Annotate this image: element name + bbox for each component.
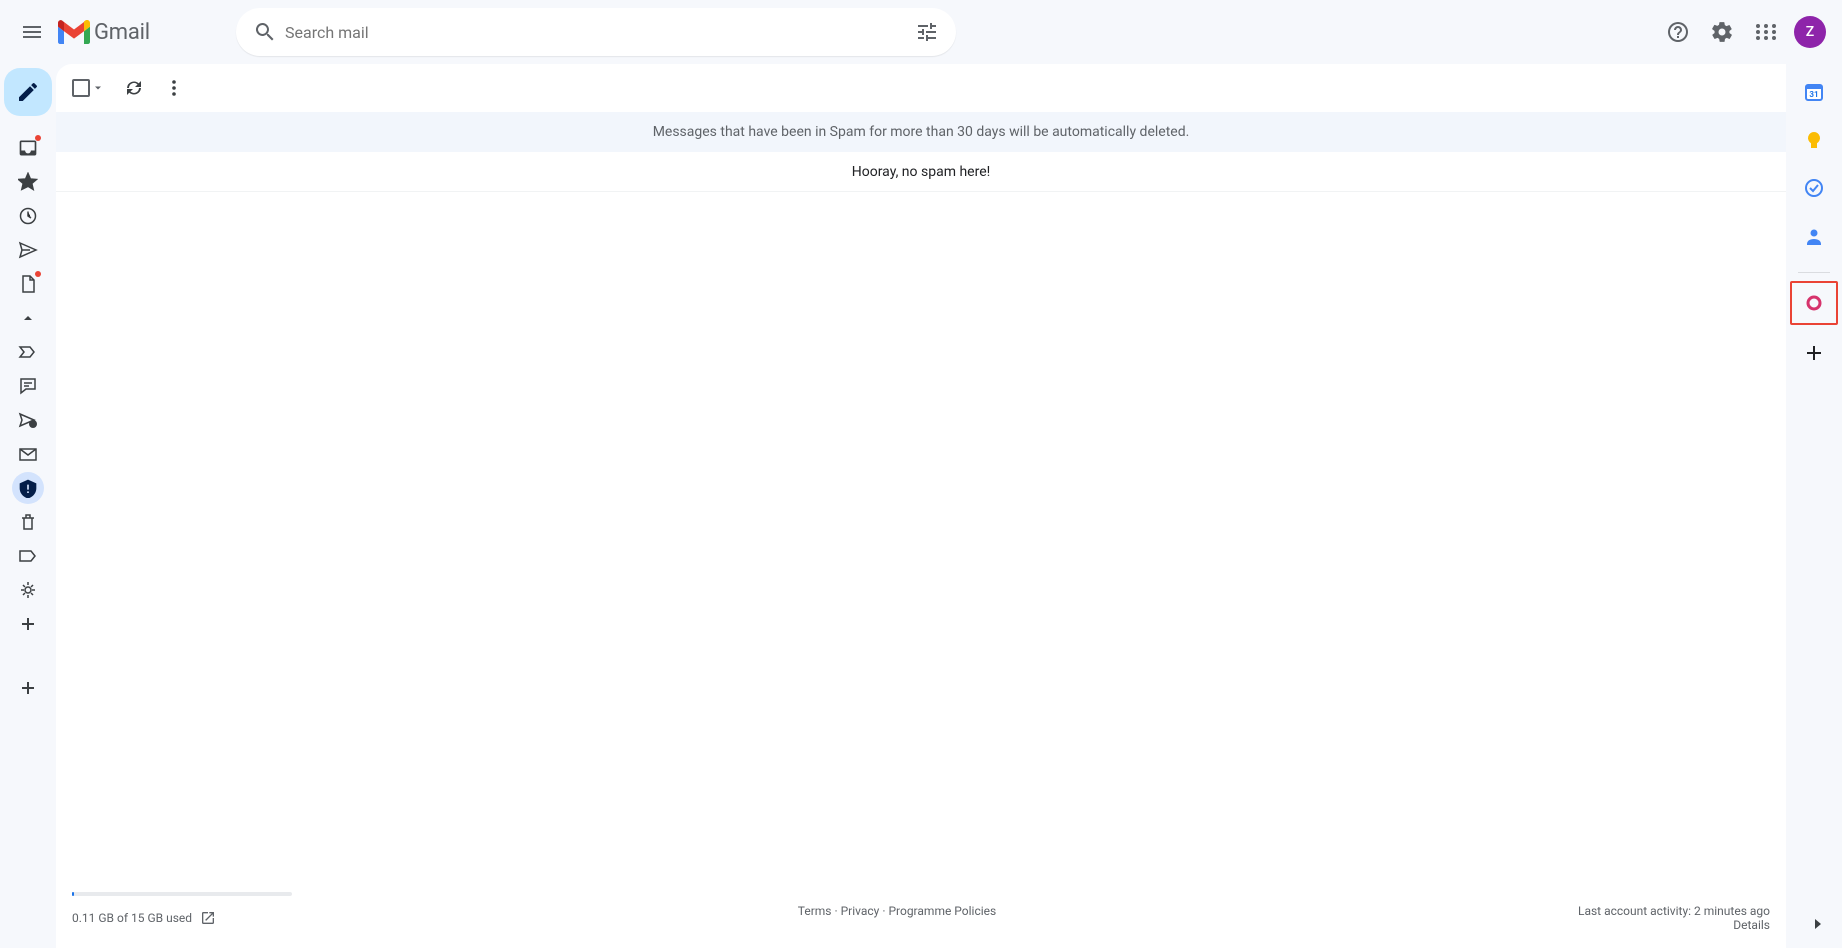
footer: 0.11 GB of 15 GB used Terms · Privacy · … [56,884,1786,948]
sidepanel-tasks[interactable] [1794,168,1834,208]
unread-badge [35,135,41,141]
help-icon [1666,20,1690,44]
nav-all-mail[interactable] [12,438,44,470]
label-icon [18,546,38,566]
star-icon [18,172,38,192]
main-menu-button[interactable] [8,8,56,56]
inbox-icon [18,138,38,158]
search-bar[interactable] [236,8,956,56]
sidepanel-divider [1798,272,1830,273]
gear-small-icon [18,580,38,600]
nav-starred[interactable] [12,166,44,198]
refresh-button[interactable] [124,78,144,98]
dropdown-arrow-icon [92,82,104,94]
plus-icon [18,614,38,634]
chat-icon [18,376,38,396]
plus-icon [1804,343,1824,363]
storage-bar [72,892,292,896]
sidepanel-get-addons[interactable] [1794,333,1834,373]
addon-circle-icon [1804,293,1824,313]
footer-privacy-link[interactable]: Privacy [841,904,880,918]
nav-categories[interactable] [12,540,44,572]
chevron-right-icon [1808,914,1828,934]
footer-policies-link[interactable]: Programme Policies [888,904,996,918]
account-avatar[interactable]: Z [1794,16,1826,48]
nav-inbox[interactable] [12,132,44,164]
more-button[interactable] [164,78,184,98]
google-apps-button[interactable] [1746,12,1786,52]
apps-grid-icon [1754,20,1778,44]
keep-icon [1804,130,1824,150]
spam-info-banner: Messages that have been in Spam for more… [56,112,1786,152]
sidepanel-keep[interactable] [1794,120,1834,160]
trash-icon [18,512,38,532]
footer-terms-link[interactable]: Terms [798,904,832,918]
clock-icon [18,206,38,226]
empty-state-text: Hooray, no spam here! [56,152,1786,192]
nav-trash[interactable] [12,506,44,538]
main-content: Messages that have been in Spam for more… [56,64,1786,948]
nav-new-label[interactable] [12,672,44,704]
spam-icon [18,478,38,498]
header: Gmail Z [0,0,1842,64]
select-all-checkbox[interactable] [72,79,104,97]
pencil-icon [16,80,40,104]
nav-important[interactable] [12,336,44,368]
gmail-logo-icon [58,20,90,44]
support-button[interactable] [1658,12,1698,52]
search-input[interactable] [285,23,907,42]
settings-button[interactable] [1702,12,1742,52]
footer-details-link[interactable]: Details [1578,918,1770,932]
sidepanel-contacts[interactable] [1794,216,1834,256]
tasks-icon [1804,178,1824,198]
nav-snoozed[interactable] [12,200,44,232]
side-panel: 31 [1786,64,1842,948]
tune-icon [915,20,939,44]
nav-less[interactable] [12,302,44,334]
important-icon [18,342,38,362]
hamburger-icon [20,20,44,44]
storage-text: 0.11 GB of 15 GB used [72,911,192,925]
sidepanel-collapse-button[interactable] [1802,908,1834,940]
sidepanel-calendar[interactable]: 31 [1794,72,1834,112]
nav-create-label[interactable] [12,608,44,640]
unread-badge [35,271,41,277]
gmail-logo[interactable]: Gmail [56,20,236,45]
nav-scheduled[interactable] [12,404,44,436]
gmail-logo-text: Gmail [94,20,150,45]
sidepanel-highlighted-addon[interactable] [1790,281,1838,325]
plus-icon [18,678,38,698]
left-navigation [0,64,56,948]
send-icon [18,240,38,260]
toolbar [56,64,1786,112]
svg-text:31: 31 [1809,90,1818,99]
gear-icon [1710,20,1734,44]
nav-chats[interactable] [12,370,44,402]
footer-activity-text: Last account activity: 2 minutes ago [1578,904,1770,918]
nav-spam[interactable] [12,472,44,504]
scheduled-icon [18,410,38,430]
search-icon[interactable] [245,12,285,52]
nav-sent[interactable] [12,234,44,266]
search-options-button[interactable] [907,12,947,52]
file-icon [18,274,38,294]
chevron-up-icon [18,308,38,328]
all-mail-icon [18,444,38,464]
nav-manage-labels[interactable] [12,574,44,606]
compose-button[interactable] [4,68,52,116]
calendar-icon: 31 [1804,82,1824,102]
contacts-icon [1804,226,1824,246]
open-in-new-icon[interactable] [200,910,216,926]
nav-drafts[interactable] [12,268,44,300]
